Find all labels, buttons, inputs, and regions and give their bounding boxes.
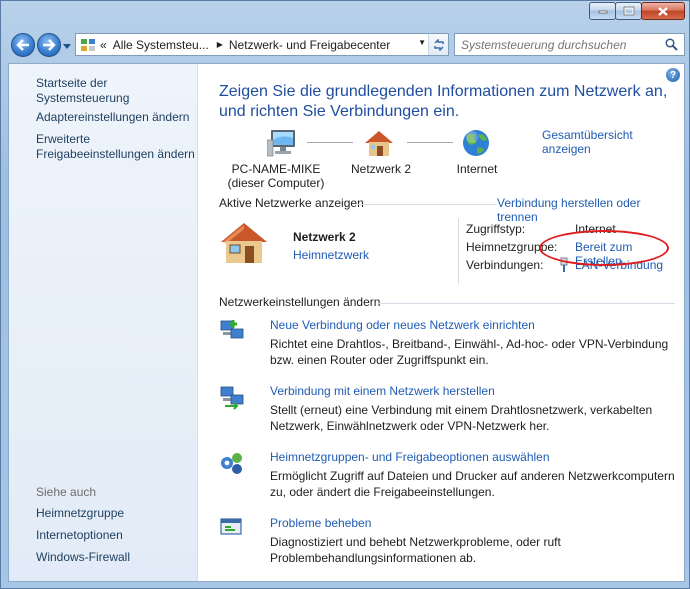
new-connection-link[interactable]: Neue Verbindung oder neues Netzwerk einr… (270, 318, 535, 332)
task-new-connection: Neue Verbindung oder neues Netzwerk einr… (219, 318, 679, 374)
window-frame: « Alle Systemsteu... ▶ Netzwerk- und Fre… (0, 0, 690, 589)
maximize-button[interactable] (615, 2, 642, 20)
minimize-button[interactable] (589, 2, 616, 20)
new-connection-icon (220, 320, 244, 339)
network-settings-header: Netzwerkeinstellungen ändern (219, 295, 381, 309)
connections-label: Verbindungen: (466, 258, 544, 272)
map-node-network: Netzwerk 2 (350, 162, 412, 176)
homegroup-options-description: Ermöglicht Zugriff auf Dateien und Druck… (270, 469, 675, 499)
title-bar (1, 1, 690, 25)
content-area: Startseite der Systemsteuerung Adapterei… (8, 63, 685, 582)
arrow-right-icon (43, 39, 56, 51)
search-icon[interactable] (665, 38, 678, 51)
task-connect-network: Verbindung mit einem Netzwerk herstellen… (219, 384, 679, 440)
home-network-icon (365, 131, 393, 156)
close-icon (658, 6, 668, 16)
section-divider (377, 303, 675, 304)
connect-network-icon (220, 386, 244, 410)
recent-pages-dropdown[interactable] (63, 40, 71, 53)
home-network-icon (221, 223, 267, 263)
page-title: Zeigen Sie die grundlegenden Information… (219, 83, 668, 120)
see-also-header: Siehe auch (36, 485, 97, 499)
full-map-link[interactable]: Gesamtübersicht anzeigen (542, 128, 684, 156)
sidebar-link-internet-options[interactable]: Internetoptionen (36, 528, 123, 543)
task-homegroup-options: Heimnetzgruppen- und Freigabeoptionen au… (219, 450, 679, 506)
breadcrumb-control-panel[interactable]: Alle Systemsteu... (113, 38, 209, 52)
breadcrumb-network-center[interactable]: Netzwerk- und Freigabecenter (229, 38, 390, 52)
task-troubleshoot: Probleme beheben Diagnostiziert und behe… (219, 516, 679, 572)
sidebar: Startseite der Systemsteuerung Adapterei… (9, 64, 198, 581)
active-networks-header: Aktive Netzwerke anzeigen (219, 196, 364, 210)
map-connector-line (407, 142, 453, 143)
troubleshoot-icon (220, 518, 242, 535)
forward-button[interactable] (37, 33, 61, 57)
address-bar[interactable]: « Alle Systemsteu... ▶ Netzwerk- und Fre… (75, 33, 449, 56)
section-divider (357, 204, 497, 205)
internet-globe-icon (463, 130, 489, 156)
refresh-icon (433, 38, 444, 51)
map-connector-line (307, 142, 353, 143)
search-box[interactable] (454, 33, 685, 56)
connect-network-link[interactable]: Verbindung mit einem Netzwerk herstellen (270, 384, 495, 398)
chevron-down-icon (63, 44, 71, 49)
control-panel-icon (81, 38, 95, 51)
map-node-computer: PC-NAME-MIKE (dieser Computer) (211, 162, 341, 190)
map-node-internet: Internet (456, 162, 498, 176)
close-button[interactable] (641, 2, 685, 20)
minimize-icon (598, 10, 607, 14)
breadcrumb-arrow-icon[interactable]: ▶ (217, 40, 223, 49)
refresh-button[interactable] (428, 34, 448, 55)
address-prefix[interactable]: « (100, 38, 107, 52)
active-network-name: Netzwerk 2 (293, 230, 356, 244)
back-button[interactable] (11, 33, 35, 57)
search-input[interactable] (455, 34, 655, 55)
access-type-label: Zugriffstyp: (466, 222, 526, 236)
map-node-computer-subtitle: (dieser Computer) (227, 176, 325, 190)
sidebar-link-adapter-settings[interactable]: Adaptereinstellungen ändern (36, 110, 189, 125)
arrow-left-icon (16, 39, 29, 51)
homegroup-icon (221, 453, 242, 474)
vertical-divider (458, 218, 459, 284)
sidebar-link-advanced-sharing[interactable]: Erweiterte Freigabeeinstellungen ändern (36, 132, 196, 162)
connect-network-description: Stellt (erneut) eine Verbindung mit eine… (270, 403, 653, 433)
troubleshoot-description: Diagnostiziert und behebt Netzwerkproble… (270, 535, 561, 565)
computer-icon (267, 130, 295, 157)
help-icon[interactable]: ? (666, 68, 680, 82)
map-node-computer-name: PC-NAME-MIKE (231, 162, 321, 176)
highlight-annotation (539, 230, 669, 266)
new-connection-description: Richtet eine Drahtlos-, Breitband-, Einw… (270, 337, 669, 367)
navigation-bar: « Alle Systemsteu... ▶ Netzwerk- und Fre… (1, 29, 690, 61)
troubleshoot-link[interactable]: Probleme beheben (270, 516, 371, 530)
address-dropdown-icon[interactable]: ▼ (418, 38, 426, 47)
sidebar-link-windows-firewall[interactable]: Windows-Firewall (36, 550, 130, 565)
maximize-icon (623, 6, 634, 16)
sidebar-link-control-panel-home[interactable]: Startseite der Systemsteuerung (36, 76, 197, 106)
sidebar-link-homegroup[interactable]: Heimnetzgruppe (36, 506, 124, 521)
homegroup-options-link[interactable]: Heimnetzgruppen- und Freigabeoptionen au… (270, 450, 550, 464)
window-controls (589, 2, 685, 20)
main-panel: ? Zeigen Sie die grundlegenden Informati… (199, 64, 684, 581)
network-type-link[interactable]: Heimnetzwerk (293, 248, 369, 262)
